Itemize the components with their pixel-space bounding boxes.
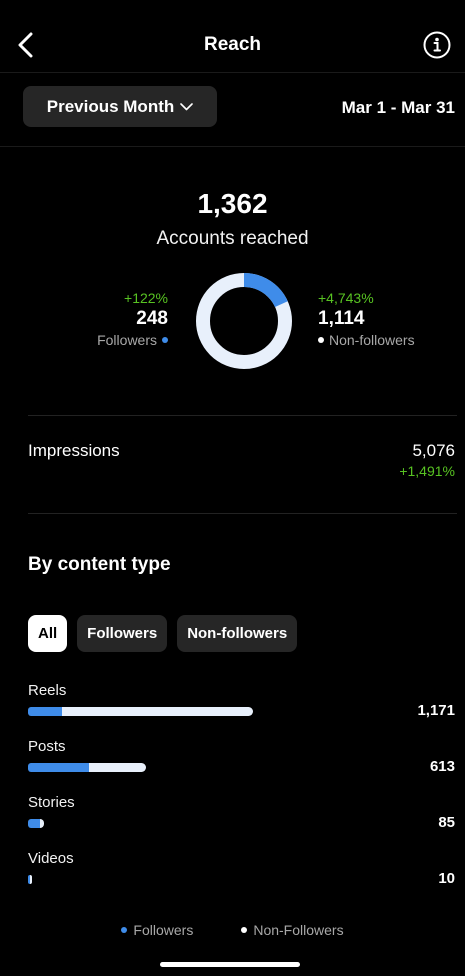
followers-dot-icon <box>121 927 128 933</box>
page-title: Reach <box>203 34 262 55</box>
reach-donut-chart <box>196 273 292 369</box>
content-bar-reels <box>28 707 253 716</box>
content-type-value-videos: 10 <box>438 870 455 887</box>
audience-filter-tabs: All Followers Non-followers <box>28 615 298 652</box>
impressions-change: +1,491% <box>399 463 455 479</box>
info-icon <box>423 31 451 59</box>
divider <box>28 415 457 416</box>
top-bar: Reach <box>0 0 465 73</box>
non-followers-dot-icon <box>318 337 324 343</box>
followers-label-row: Followers <box>97 332 168 348</box>
bar-followers-posts <box>28 763 89 772</box>
tab-followers[interactable]: Followers <box>77 615 168 652</box>
content-type-label-videos: Videos <box>28 850 74 867</box>
impressions-label: Impressions <box>28 441 120 460</box>
info-button[interactable] <box>423 31 451 59</box>
content-bar-posts <box>28 763 146 772</box>
legend-followers: Followers <box>121 922 193 938</box>
bar-non-followers-videos <box>30 875 32 884</box>
legend-non-followers-label: Non-Followers <box>253 922 344 938</box>
bar-non-followers-reels <box>61 707 253 716</box>
bar-followers-reels <box>28 707 62 716</box>
legend-followers-label: Followers <box>133 922 194 938</box>
period-label: Previous Month <box>46 96 175 116</box>
tab-all[interactable]: All <box>28 615 68 652</box>
chart-legend: Followers Non-Followers <box>0 922 465 938</box>
home-indicator[interactable] <box>160 962 300 967</box>
followers-stat: +122% 248 Followers <box>97 290 168 348</box>
date-range: Mar 1 - Mar 31 <box>341 98 455 117</box>
period-dropdown[interactable]: Previous Month <box>23 86 217 127</box>
legend-non-followers: Non-Followers <box>241 922 344 938</box>
tab-non-followers[interactable]: Non-followers <box>177 615 298 652</box>
content-type-label-reels: Reels <box>28 682 67 699</box>
divider <box>28 513 457 514</box>
accounts-reached-value: 1,362 <box>197 188 268 219</box>
followers-change: +122% <box>124 290 168 306</box>
content-type-label-posts: Posts <box>28 738 66 755</box>
content-type-value-stories: 85 <box>438 814 455 831</box>
accounts-reached-label: Accounts reached <box>156 228 309 249</box>
non-followers-stat: +4,743% 1,114 Non-followers <box>318 290 415 348</box>
bar-followers-stories <box>28 819 41 828</box>
bar-non-followers-stories <box>40 819 45 828</box>
followers-value: 248 <box>136 308 168 329</box>
non-followers-change: +4,743% <box>318 290 374 306</box>
impressions-value: 5,076 <box>412 441 455 460</box>
chevron-down-icon <box>180 102 194 110</box>
content-type-value-posts: 613 <box>429 758 455 775</box>
followers-dot-icon <box>162 337 168 343</box>
content-type-value-reels: 1,171 <box>417 702 455 719</box>
content-bar-videos <box>28 875 32 884</box>
content-type-label-stories: Stories <box>28 794 75 811</box>
non-followers-label: Non-followers <box>329 332 415 348</box>
bar-non-followers-posts <box>88 763 146 772</box>
content-bar-stories <box>28 819 45 828</box>
divider <box>0 146 465 147</box>
non-followers-dot-icon <box>241 927 248 933</box>
followers-label: Followers <box>97 332 157 348</box>
content-type-title: By content type <box>28 554 171 575</box>
non-followers-label-row: Non-followers <box>318 332 415 348</box>
non-followers-value: 1,114 <box>318 308 365 329</box>
